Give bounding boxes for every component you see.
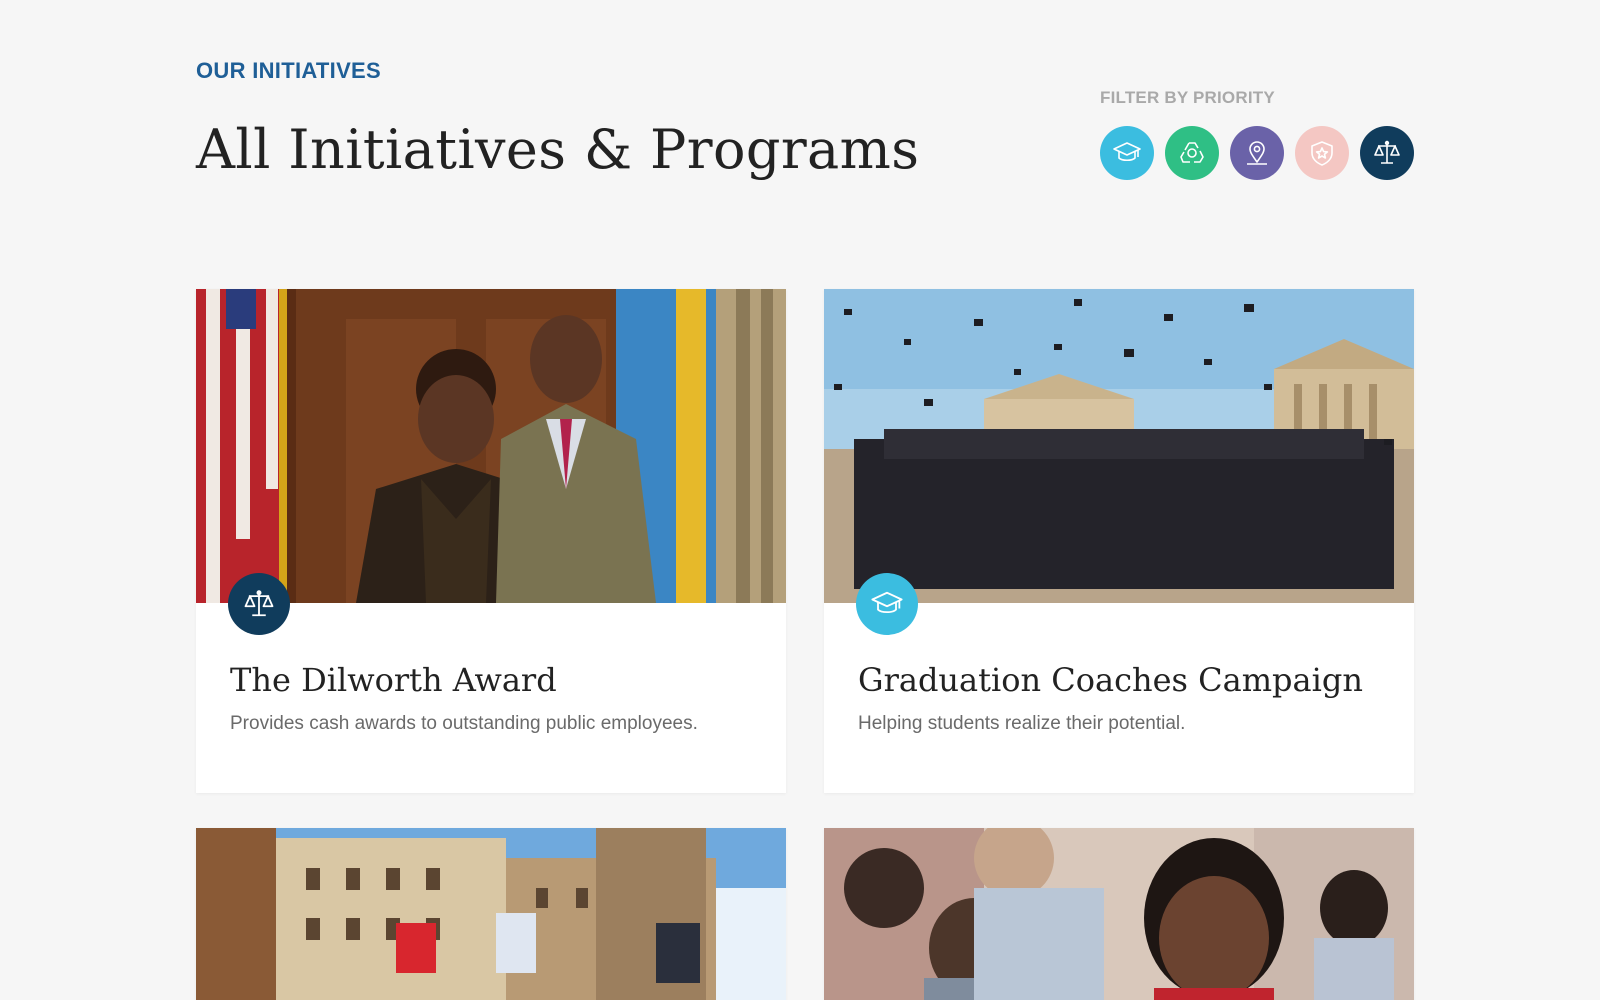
card-photo xyxy=(196,828,786,1000)
priority-filter: FILTER BY PRIORITY xyxy=(1100,88,1415,180)
initiative-card[interactable] xyxy=(824,828,1414,1000)
page-title: All Initiatives & Programs xyxy=(196,118,920,181)
map-pin-icon xyxy=(1247,141,1267,165)
graduation-cap-icon xyxy=(1113,142,1141,162)
initiatives-page: OUR INITIATIVES All Initiatives & Progra… xyxy=(0,0,1600,1000)
card-photo xyxy=(824,828,1414,1000)
card-description: Provides cash awards to outstanding publ… xyxy=(230,713,698,734)
card-photo xyxy=(824,289,1414,603)
recycle-icon xyxy=(1180,142,1204,163)
section-eyebrow: OUR INITIATIVES xyxy=(196,58,381,83)
scales-icon xyxy=(1374,140,1400,164)
card-photo xyxy=(196,289,786,603)
filter-sustainability-button[interactable] xyxy=(1165,126,1219,180)
filter-neighborhoods-button[interactable] xyxy=(1230,126,1284,180)
card-title[interactable]: Graduation Coaches Campaign xyxy=(858,661,1380,699)
card-badge xyxy=(856,573,918,635)
shield-star-icon xyxy=(1311,141,1333,166)
filter-education-button[interactable] xyxy=(1100,126,1154,180)
initiative-card[interactable] xyxy=(196,828,786,1000)
card-body: The Dilworth Award Provides cash awards … xyxy=(196,603,786,793)
card-description: Helping students realize their potential… xyxy=(858,713,1186,734)
filter-label: FILTER BY PRIORITY xyxy=(1100,88,1275,107)
filter-options xyxy=(1100,126,1415,180)
card-body: Graduation Coaches Campaign Helping stud… xyxy=(824,603,1414,793)
card-badge xyxy=(228,573,290,635)
filter-government-button[interactable] xyxy=(1360,126,1414,180)
card-title[interactable]: The Dilworth Award xyxy=(230,661,752,699)
scales-icon xyxy=(244,590,274,617)
graduation-cap-icon xyxy=(871,591,903,614)
filter-safety-button[interactable] xyxy=(1295,126,1349,180)
initiative-card[interactable]: Graduation Coaches Campaign Helping stud… xyxy=(824,289,1414,793)
initiative-card[interactable]: The Dilworth Award Provides cash awards … xyxy=(196,289,786,793)
